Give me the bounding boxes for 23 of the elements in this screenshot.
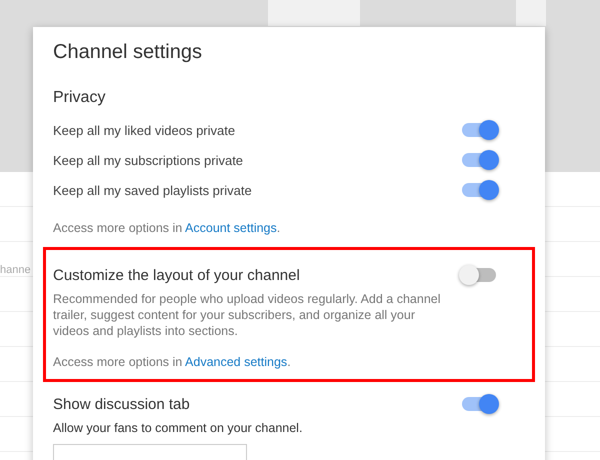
setting-label: Keep all my subscriptions private <box>53 152 244 168</box>
setting-description: Recommended for people who upload videos regularly. Add a channel trailer, suggest content for your subscribers, and organize all your videos and playlists into sections. <box>53 291 442 339</box>
thumbnail-card <box>516 0 546 26</box>
note-punctuation: . <box>276 221 280 235</box>
note-text: Access more options in <box>53 355 182 369</box>
settings-link[interactable]: Advanced settings <box>185 355 288 369</box>
section-heading: Privacy <box>53 89 106 107</box>
toggle-switch[interactable] <box>462 123 496 137</box>
toggle-switch[interactable] <box>462 153 496 167</box>
toggle-switch[interactable] <box>462 268 496 282</box>
setting-title: Customize the layout of your channel <box>53 266 300 284</box>
setting-description: Allow your fans to comment on your channel. <box>53 420 304 436</box>
toggle-switch[interactable] <box>462 397 496 411</box>
tab-label[interactable]: hanne <box>0 264 31 276</box>
note-punctuation: . <box>287 355 291 369</box>
settings-link[interactable]: Account settings <box>185 221 277 235</box>
dialog-title: Channel settings <box>52 40 203 65</box>
setting-label: Keep all my saved playlists private <box>53 182 252 198</box>
toggle-switch[interactable] <box>462 183 496 197</box>
input-field[interactable] <box>53 444 247 460</box>
note-text: Access more options in <box>53 221 182 235</box>
setting-title: Show discussion tab <box>53 396 190 412</box>
setting-label: Keep all my liked videos private <box>53 122 236 138</box>
